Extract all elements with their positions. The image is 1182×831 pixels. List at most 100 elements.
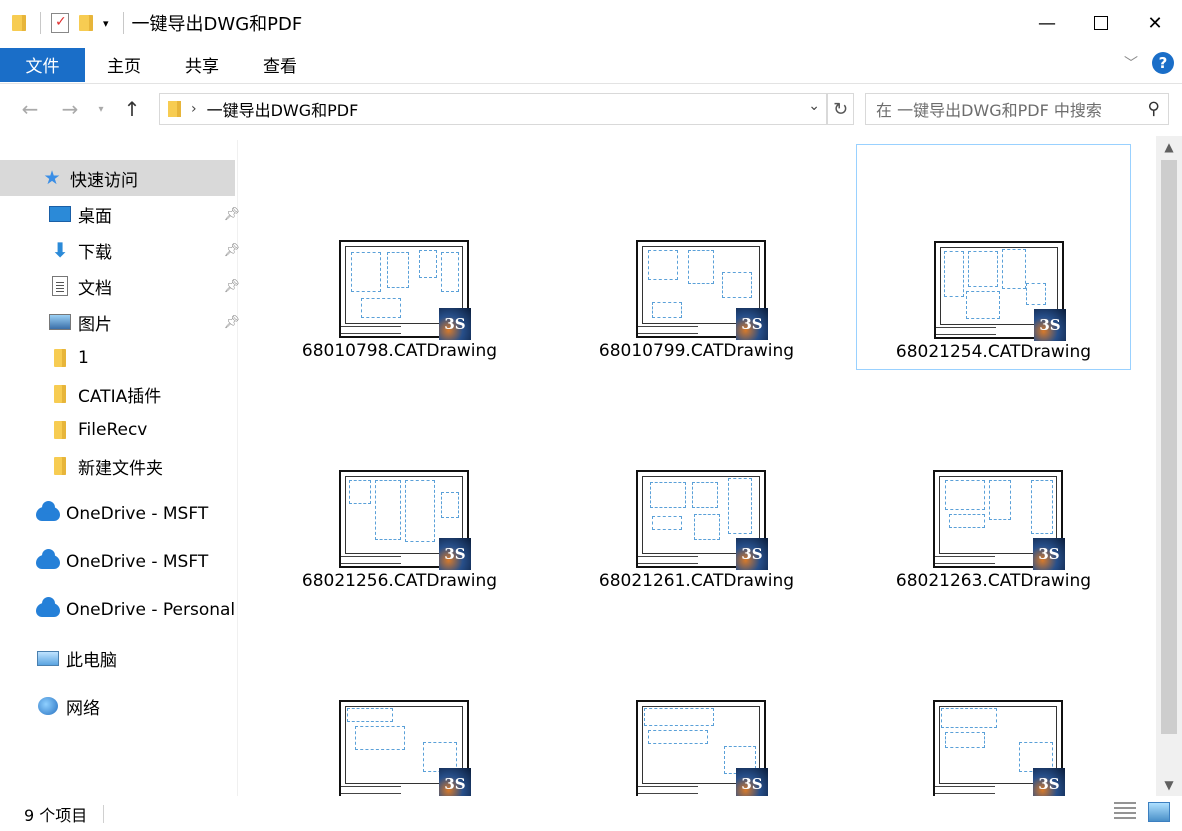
sidebar-item-this-pc[interactable]: 此电脑	[36, 640, 117, 676]
sidebar-item-new-folder[interactable]: 新建文件夹	[48, 448, 163, 484]
sidebar-item-desktop[interactable]: 桌面 📌︎	[48, 196, 240, 232]
customize-toolbar-icon[interactable]: ▾	[103, 17, 109, 30]
sidebar-item-label: OneDrive - Personal	[66, 600, 236, 620]
maximize-button[interactable]	[1074, 0, 1128, 46]
folder-icon	[48, 418, 72, 442]
divider	[40, 12, 41, 34]
sidebar-item-label: 文档	[78, 278, 112, 299]
address-bar[interactable]: › 一键导出DWG和PDF ⌄	[159, 93, 827, 125]
large-icons-view-icon[interactable]	[1148, 802, 1170, 822]
sidebar-item-label: OneDrive - MSFT	[66, 504, 209, 524]
file-list: 3S 68010798.CATDrawing 3S 68010799.CATDr…	[240, 136, 1154, 796]
drawing-thumbnail: 3S	[339, 470, 471, 570]
network-icon	[36, 694, 60, 718]
folder-icon	[48, 346, 72, 370]
file-item[interactable]: 3S	[559, 604, 834, 796]
drawing-thumbnail: 3S	[636, 700, 768, 796]
file-name: 68021261.CATDrawing	[598, 571, 795, 591]
up-button[interactable]: ↑	[112, 89, 152, 129]
close-button[interactable]: ✕	[1128, 0, 1182, 46]
ribbon-right: ﹀ ?	[1124, 52, 1174, 74]
expand-ribbon-icon[interactable]: ﹀	[1124, 53, 1138, 73]
catia-badge-icon: 3S	[1033, 538, 1065, 570]
sidebar-item-folder-1[interactable]: 1	[48, 340, 89, 376]
search-placeholder: 在 一键导出DWG和PDF 中搜索	[876, 101, 1102, 120]
title-bar: ▾ 一键导出DWG和PDF — ✕	[0, 0, 1182, 46]
scroll-up-icon[interactable]: ▲	[1156, 136, 1182, 158]
catia-badge-icon: 3S	[736, 768, 768, 796]
pin-icon[interactable]: 📌︎	[223, 207, 240, 222]
sidebar-item-label: 快速访问	[70, 170, 138, 191]
ribbon-tabs: 文件 主页 共享 查看 ﹀ ?	[0, 46, 1182, 84]
refresh-button[interactable]: ↻	[827, 93, 854, 125]
minimize-button[interactable]: —	[1020, 0, 1074, 46]
file-name: 68010799.CATDrawing	[598, 341, 795, 361]
forward-button[interactable]: →	[50, 89, 90, 129]
sidebar-item-network[interactable]: 网络	[36, 688, 100, 724]
navigation-pane: ★ 快速访问 桌面 📌︎ ⬇ 下载 📌︎ 文档 📌︎ 图片 📌︎ 1 CATIA…	[0, 140, 240, 796]
pin-icon[interactable]: 📌︎	[223, 279, 240, 294]
drawing-thumbnail: 3S	[934, 241, 1066, 341]
drawing-thumbnail: 3S	[933, 700, 1065, 796]
item-count: 9 个项目	[24, 805, 88, 825]
pin-icon[interactable]: 📌︎	[223, 243, 240, 258]
sidebar-item-downloads[interactable]: ⬇ 下载 📌︎	[48, 232, 240, 268]
sidebar-item-documents[interactable]: 文档 📌︎	[48, 268, 240, 304]
sidebar-item-label: 桌面	[78, 206, 112, 227]
properties-icon[interactable]	[51, 13, 69, 33]
sidebar-item-pictures[interactable]: 图片 📌︎	[48, 304, 240, 340]
navigation-bar: ← → ▾ ↑ › 一键导出DWG和PDF ⌄ ↻ 在 一键导出DWG和PDF …	[0, 84, 1182, 134]
tab-file[interactable]: 文件	[0, 47, 85, 82]
file-item[interactable]: 3S	[856, 604, 1131, 796]
folder-icon	[48, 454, 72, 478]
file-name: 68010798.CATDrawing	[301, 341, 498, 361]
file-item[interactable]: 3S 68021254.CATDrawing	[856, 144, 1131, 370]
sidebar-item-onedrive-msft-1[interactable]: OneDrive - MSFT	[36, 496, 208, 532]
pin-icon[interactable]: 📌︎	[223, 315, 240, 330]
window-controls: — ✕	[1020, 0, 1182, 46]
drawing-thumbnail: 3S	[636, 470, 768, 570]
sidebar-item-quick-access[interactable]: ★ 快速访问	[0, 160, 235, 196]
folder-icon	[48, 382, 72, 406]
address-dropdown-icon[interactable]: ⌄	[808, 98, 820, 114]
sidebar-item-filerecv[interactable]: FileRecv	[48, 412, 147, 448]
recent-locations-button[interactable]: ▾	[90, 89, 112, 129]
sidebar-item-label: 新建文件夹	[78, 458, 163, 479]
drawing-thumbnail: 3S	[339, 700, 471, 796]
file-item[interactable]: 3S 68021256.CATDrawing	[262, 374, 537, 600]
download-icon: ⬇	[51, 238, 69, 262]
sidebar-item-catia-plugins[interactable]: CATIA插件	[48, 376, 161, 412]
sidebar-item-label: 此电脑	[66, 650, 117, 671]
onedrive-cloud-icon	[36, 549, 60, 574]
folder-icon	[12, 15, 26, 31]
up-arrow-icon: ↑	[123, 97, 141, 121]
sidebar-item-onedrive-personal[interactable]: OneDrive - Personal	[36, 592, 236, 628]
search-icon[interactable]: ⚲	[1148, 99, 1160, 119]
file-item[interactable]: 3S 68021263.CATDrawing	[856, 374, 1131, 600]
details-view-icon[interactable]	[1114, 802, 1136, 822]
help-icon[interactable]: ?	[1152, 52, 1174, 74]
back-arrow-icon: ←	[21, 97, 39, 121]
sidebar-item-label: CATIA插件	[78, 386, 162, 407]
file-item[interactable]: 3S 68010798.CATDrawing	[262, 144, 537, 370]
sidebar-item-label: OneDrive - MSFT	[66, 552, 209, 572]
file-item[interactable]: 3S 68021261.CATDrawing	[559, 374, 834, 600]
vertical-scrollbar[interactable]: ▲ ▼	[1156, 136, 1182, 796]
catia-badge-icon: 3S	[439, 308, 471, 340]
new-folder-icon[interactable]	[79, 15, 93, 31]
scrollbar-thumb[interactable]	[1161, 160, 1177, 734]
scroll-down-icon[interactable]: ▼	[1156, 774, 1182, 796]
tab-share[interactable]: 共享	[163, 48, 241, 82]
drawing-thumbnail: 3S	[339, 240, 471, 340]
breadcrumb-separator-icon[interactable]: ›	[191, 101, 197, 117]
sidebar-item-onedrive-msft-2[interactable]: OneDrive - MSFT	[36, 544, 208, 580]
search-input[interactable]: 在 一键导出DWG和PDF 中搜索 ⚲	[865, 93, 1169, 125]
back-button[interactable]: ←	[10, 89, 50, 129]
file-item[interactable]: 3S 68010799.CATDrawing	[559, 144, 834, 370]
breadcrumb[interactable]: 一键导出DWG和PDF	[207, 97, 359, 121]
chevron-down-icon: ▾	[98, 103, 104, 115]
file-item[interactable]: 3S	[262, 604, 537, 796]
tab-home[interactable]: 主页	[85, 48, 163, 82]
pictures-icon	[48, 310, 72, 334]
tab-view[interactable]: 查看	[241, 48, 319, 82]
